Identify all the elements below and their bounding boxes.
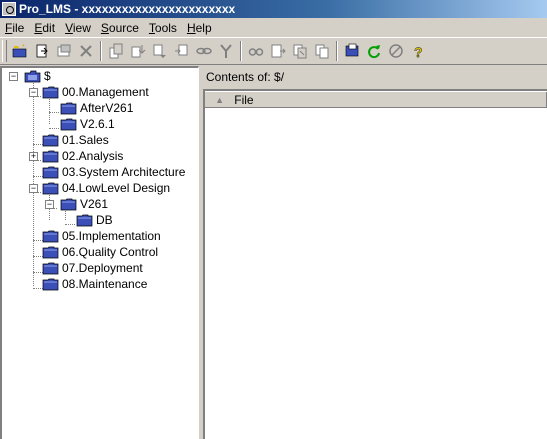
cancel-icon[interactable] [385,40,407,62]
toolbar-separator [100,41,102,61]
folder-icon [42,134,59,146]
file-list[interactable]: ▲ File [203,89,547,439]
folder-icon [42,182,59,194]
contents-label: Contents of: $/ [206,70,285,84]
tree-node[interactable]: 06.Quality Control [42,244,158,260]
label-icon[interactable] [289,40,311,62]
tree-line [65,224,75,225]
menu-source[interactable]: Source [96,21,144,35]
collapse-toggle-icon[interactable]: − [9,72,18,81]
folder-icon [60,102,77,114]
menu-file[interactable]: File [0,21,29,35]
delete-icon[interactable] [75,40,97,62]
tree-label: $ [44,69,51,83]
tree-node[interactable]: 03.System Architecture [42,164,185,180]
tree-node[interactable]: 07.Deployment [42,260,143,276]
sort-arrow-icon[interactable]: ▲ [205,95,234,105]
tree-node[interactable]: V2.6.1 [60,116,115,132]
tree-node[interactable]: 04.LowLevel Design [42,180,170,196]
folder-icon [42,262,59,274]
share-icon[interactable] [193,40,215,62]
tree-line [49,112,59,113]
create-project-icon[interactable]: * [9,40,31,62]
toolbar: * ? [0,37,547,65]
app-icon[interactable] [2,2,16,16]
folder-icon [42,230,59,242]
properties-icon[interactable] [341,40,363,62]
tree-label: V261 [80,197,109,211]
folder-icon [42,150,59,162]
toolbar-separator [336,41,338,61]
undo-check-out-icon[interactable] [149,40,171,62]
tree-node[interactable]: 01.Sales [42,132,109,148]
folder-icon [60,118,77,130]
menu-help[interactable]: Help [182,21,217,35]
folder-icon [42,166,59,178]
column-header-row: ▲ File [205,91,547,108]
toolbar-grip[interactable] [2,40,7,62]
tree-node[interactable]: DB [76,212,113,228]
svg-text:?: ? [414,44,423,59]
menu-edit[interactable]: Edit [29,21,60,35]
tree-label: 02.Analysis [62,149,124,163]
title-bar[interactable]: Pro_LMS - xxxxxxxxxxxxxxxxxxxxxxx [0,0,547,18]
tree-label: 04.LowLevel Design [62,181,171,195]
tree-node[interactable]: 05.Implementation [42,228,161,244]
tree-line [49,96,50,124]
collapse-toggle-icon[interactable]: − [45,200,54,209]
expand-toggle-icon[interactable]: + [29,152,38,161]
menu-view[interactable]: View [60,21,96,35]
tree-node-root[interactable]: $ [24,68,51,84]
history-icon[interactable] [311,40,333,62]
project-tree[interactable]: − $ − 00.Management AfterV261 V2.6.1 01.… [0,66,199,439]
menu-bar: File Edit View Source Tools Help [0,18,547,37]
move-icon[interactable] [53,40,75,62]
refresh-icon[interactable] [363,40,385,62]
tree-label: 08.Maintenance [62,277,148,291]
column-header-file[interactable]: File [234,92,547,107]
folder-open-icon [24,70,41,82]
tree-node[interactable]: AfterV261 [60,100,133,116]
tree-label: 07.Deployment [62,261,143,275]
add-files-icon[interactable] [31,40,53,62]
check-in-icon[interactable] [127,40,149,62]
folder-icon [76,214,93,226]
tree-node[interactable]: V261 [60,196,108,212]
folder-icon [42,86,59,98]
tree-line [49,128,59,129]
collapse-toggle-icon[interactable]: − [29,88,38,97]
tree-label: DB [96,213,113,227]
tree-label: 03.System Architecture [62,165,186,179]
tree-label: AfterV261 [80,101,134,115]
contents-pane: Contents of: $/ ▲ File [203,66,547,439]
folder-icon [60,198,77,210]
view-icon[interactable] [267,40,289,62]
tree-label: 05.Implementation [62,229,161,243]
tree-node[interactable]: 08.Maintenance [42,276,147,292]
folder-icon [42,246,59,258]
get-latest-icon[interactable] [171,40,193,62]
tree-label: 01.Sales [62,133,109,147]
toolbar-separator [240,41,242,61]
help-icon[interactable]: ? [407,40,429,62]
tree-node[interactable]: 02.Analysis [42,148,123,164]
branch-icon[interactable] [215,40,237,62]
collapse-toggle-icon[interactable]: − [29,184,38,193]
find-icon[interactable] [245,40,267,62]
tree-label: V2.6.1 [80,117,115,131]
folder-icon [42,278,59,290]
check-out-icon[interactable] [105,40,127,62]
svg-text:*: * [22,44,25,51]
tree-label: 06.Quality Control [62,245,159,259]
tree-node[interactable]: 00.Management [42,84,149,100]
window-title: Pro_LMS - xxxxxxxxxxxxxxxxxxxxxxx [19,2,236,16]
tree-label: 00.Management [62,85,149,99]
menu-tools[interactable]: Tools [144,21,182,35]
